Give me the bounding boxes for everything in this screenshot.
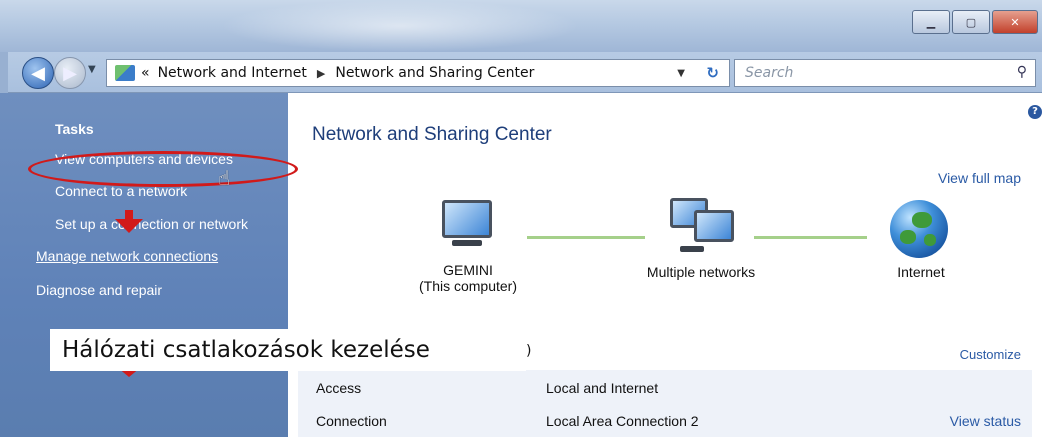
breadcrumb-network-and-sharing-center[interactable]: Network and Sharing Center bbox=[335, 65, 534, 81]
task-setup-connection[interactable]: Set up a connection or network bbox=[55, 216, 248, 232]
task-diagnose-repair[interactable]: Diagnose and repair bbox=[36, 282, 162, 298]
computer-sub: (This computer) bbox=[418, 278, 518, 294]
window-controls: ▁ ▢ ✕ bbox=[910, 10, 1038, 34]
access-label: Access bbox=[316, 380, 362, 396]
navigation-bar: ◀ ▶ ▼ « Network and Internet ▶ Network a… bbox=[0, 52, 1042, 93]
page-title: Network and Sharing Center bbox=[312, 124, 552, 145]
section-header-tail: ) bbox=[526, 343, 532, 359]
task-pane: Tasks View computers and devices Connect… bbox=[0, 93, 288, 437]
customize-link[interactable]: Customize bbox=[960, 347, 1021, 362]
network-details-table: Access Local and Internet Connection Loc… bbox=[298, 370, 1032, 437]
computer-name: GEMINI bbox=[443, 262, 493, 278]
down-arrow-icon bbox=[115, 219, 143, 233]
internet-node-label: Internet bbox=[897, 264, 945, 280]
internet-globe-icon[interactable] bbox=[890, 200, 948, 258]
view-full-map-link[interactable]: View full map bbox=[938, 170, 1021, 186]
highlight-ellipse bbox=[28, 151, 298, 187]
minimize-button[interactable]: ▁ bbox=[912, 10, 950, 34]
refresh-icon[interactable]: ↻ bbox=[706, 64, 719, 82]
map-link-2 bbox=[754, 236, 867, 239]
address-dropdown-icon[interactable]: ▼ bbox=[677, 68, 685, 79]
close-button[interactable]: ✕ bbox=[992, 10, 1038, 34]
access-value: Local and Internet bbox=[546, 380, 659, 396]
view-status-link[interactable]: View status bbox=[950, 413, 1021, 429]
help-icon[interactable]: ? bbox=[1028, 105, 1042, 119]
connection-label: Connection bbox=[316, 413, 387, 429]
network-node-label: Multiple networks bbox=[646, 264, 756, 280]
forward-arrow-icon[interactable]: ▶ bbox=[54, 57, 86, 89]
back-arrow-icon[interactable]: ◀ bbox=[22, 57, 54, 89]
control-panel-icon bbox=[115, 65, 135, 81]
breadcrumb-overflow[interactable]: « bbox=[141, 65, 150, 81]
tasks-heading: Tasks bbox=[55, 121, 94, 137]
connection-value: Local Area Connection 2 bbox=[546, 413, 699, 429]
search-placeholder: Search bbox=[745, 65, 794, 81]
search-icon[interactable]: ⚲ bbox=[1017, 64, 1027, 80]
recent-pages-dropdown-icon[interactable]: ▼ bbox=[88, 64, 96, 75]
window-titlebar: ▁ ▢ ✕ bbox=[0, 0, 1042, 52]
task-manage-connections[interactable]: Manage network connections bbox=[36, 248, 218, 264]
computer-node-label: GEMINI (This computer) bbox=[400, 262, 536, 294]
maximize-button[interactable]: ▢ bbox=[952, 10, 990, 34]
address-bar[interactable]: « Network and Internet ▶ Network and Sha… bbox=[106, 59, 730, 87]
search-input[interactable]: Search ⚲ bbox=[734, 59, 1036, 87]
hand-cursor-icon: ☝ bbox=[218, 166, 231, 190]
breadcrumb-network-and-internet[interactable]: Network and Internet bbox=[158, 65, 307, 81]
annotation-caption: Hálózati csatlakozások kezelése bbox=[50, 329, 526, 371]
breadcrumb-separator-icon[interactable]: ▶ bbox=[317, 67, 325, 80]
map-link-1 bbox=[527, 236, 645, 239]
